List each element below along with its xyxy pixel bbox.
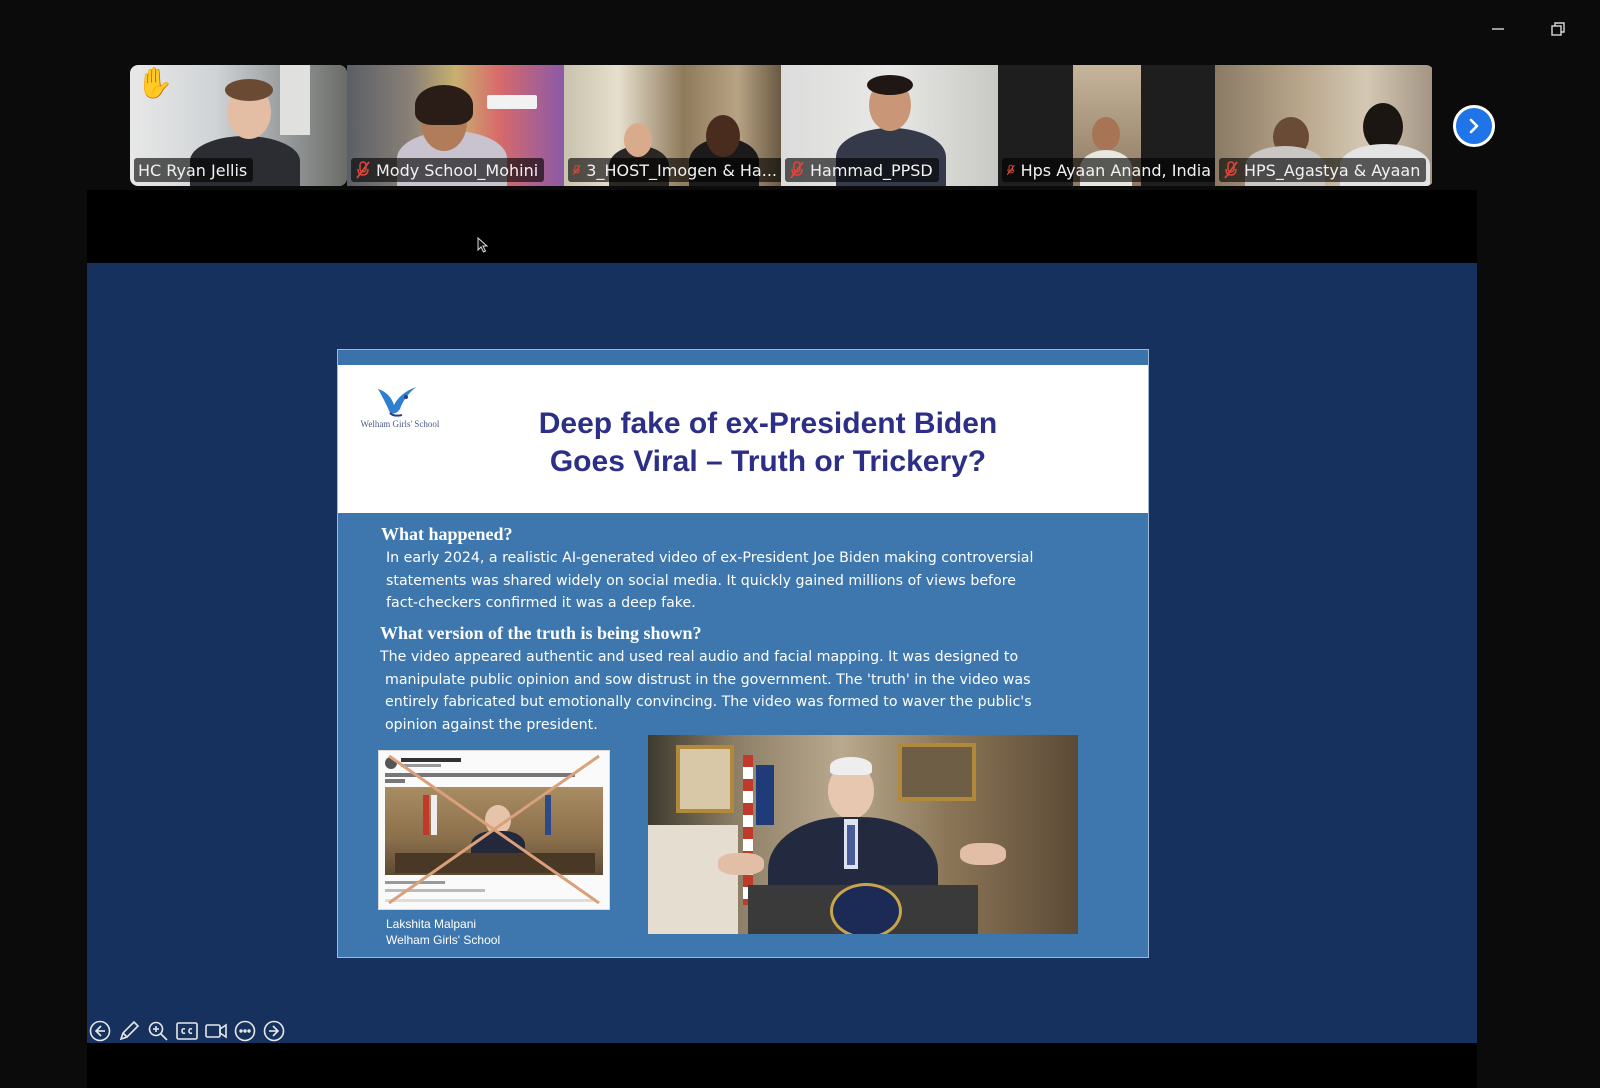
more-options-icon bbox=[234, 1020, 255, 1041]
pen-tool-button[interactable] bbox=[116, 1018, 141, 1043]
raised-hand-icon: ✋ bbox=[136, 66, 174, 101]
participant-name-tag: 3_HOST_Imogen & Ha... bbox=[568, 158, 781, 182]
minimize-button[interactable] bbox=[1480, 14, 1516, 44]
muted-mic-icon bbox=[1224, 161, 1238, 179]
mouse-cursor-icon bbox=[477, 237, 489, 253]
slide-heading: What happened? bbox=[381, 524, 513, 544]
participant-name-tag: Hps Ayaan Anand, India bbox=[1002, 158, 1215, 182]
minimize-icon bbox=[1492, 28, 1504, 30]
zoom-button[interactable] bbox=[145, 1018, 170, 1043]
share-bottom-bar bbox=[87, 1043, 1477, 1088]
captions-icon bbox=[175, 1021, 198, 1040]
participant-tile[interactable]: HPS_Agastya & Ayaan bbox=[1215, 65, 1432, 186]
slide-header: Welham Girls' School Deep fake of ex-Pre… bbox=[338, 365, 1148, 513]
slide-control-toolbar bbox=[87, 1018, 286, 1044]
more-options-button[interactable] bbox=[232, 1018, 257, 1043]
previous-slide-button[interactable] bbox=[87, 1018, 112, 1043]
muted-mic-icon bbox=[1006, 164, 1015, 176]
slide-heading: What version of the truth is being shown… bbox=[380, 623, 702, 643]
participant-strip: ✋ HC Ryan Jellis Mody School_Mohini 3_HO… bbox=[130, 65, 1434, 186]
next-slide-button[interactable] bbox=[261, 1018, 286, 1043]
slide-top-bar bbox=[338, 350, 1148, 365]
next-participants-button[interactable] bbox=[1453, 105, 1495, 147]
slide-credit: Lakshita Malpani Welham Girls' School bbox=[386, 917, 501, 947]
participant-name-tag: HC Ryan Jellis bbox=[134, 158, 254, 182]
school-logo: Welham Girls' School bbox=[350, 379, 450, 439]
bird-logo-icon bbox=[378, 387, 416, 417]
participant-tile[interactable]: 3_HOST_Imogen & Ha... bbox=[564, 65, 781, 186]
zoom-icon bbox=[148, 1021, 168, 1041]
participant-name-tag: Hammad_PPSD bbox=[785, 158, 939, 182]
next-slide-icon bbox=[263, 1020, 284, 1041]
participant-tile[interactable]: Hammad_PPSD bbox=[781, 65, 998, 186]
share-top-bar bbox=[87, 190, 1477, 263]
participant-tile[interactable]: Mody School_Mohini bbox=[347, 65, 564, 186]
tweet-screenshot-image bbox=[378, 750, 610, 910]
participant-name-tag: HPS_Agastya & Ayaan bbox=[1219, 158, 1427, 182]
podium-photo bbox=[648, 735, 1078, 934]
cross-out-icon bbox=[388, 754, 600, 905]
participant-name-tag: Mody School_Mohini bbox=[351, 158, 545, 182]
presentation-slide: Welham Girls' School Deep fake of ex-Pre… bbox=[337, 349, 1149, 958]
pen-icon bbox=[119, 1020, 139, 1040]
restore-icon bbox=[1551, 22, 1565, 36]
slide-title: Deep fake of ex-President Biden Goes Vir… bbox=[538, 407, 998, 478]
slide-paragraph: The video appeared authentic and used re… bbox=[380, 649, 1032, 733]
presidential-seal-icon bbox=[830, 883, 902, 934]
participant-tile[interactable]: ✋ HC Ryan Jellis bbox=[130, 65, 347, 186]
muted-mic-icon bbox=[790, 161, 804, 179]
muted-mic-icon bbox=[356, 161, 370, 179]
captions-button[interactable] bbox=[174, 1018, 199, 1043]
previous-slide-icon bbox=[89, 1020, 110, 1041]
slide-paragraph: In early 2024, a realistic AI-generated … bbox=[386, 550, 1034, 611]
chevron-right-icon bbox=[1469, 118, 1479, 134]
video-button[interactable] bbox=[203, 1018, 228, 1043]
muted-mic-icon bbox=[572, 164, 581, 175]
video-icon bbox=[204, 1023, 227, 1038]
restore-button[interactable] bbox=[1540, 14, 1576, 44]
participant-tile[interactable]: Hps Ayaan Anand, India bbox=[998, 65, 1215, 186]
